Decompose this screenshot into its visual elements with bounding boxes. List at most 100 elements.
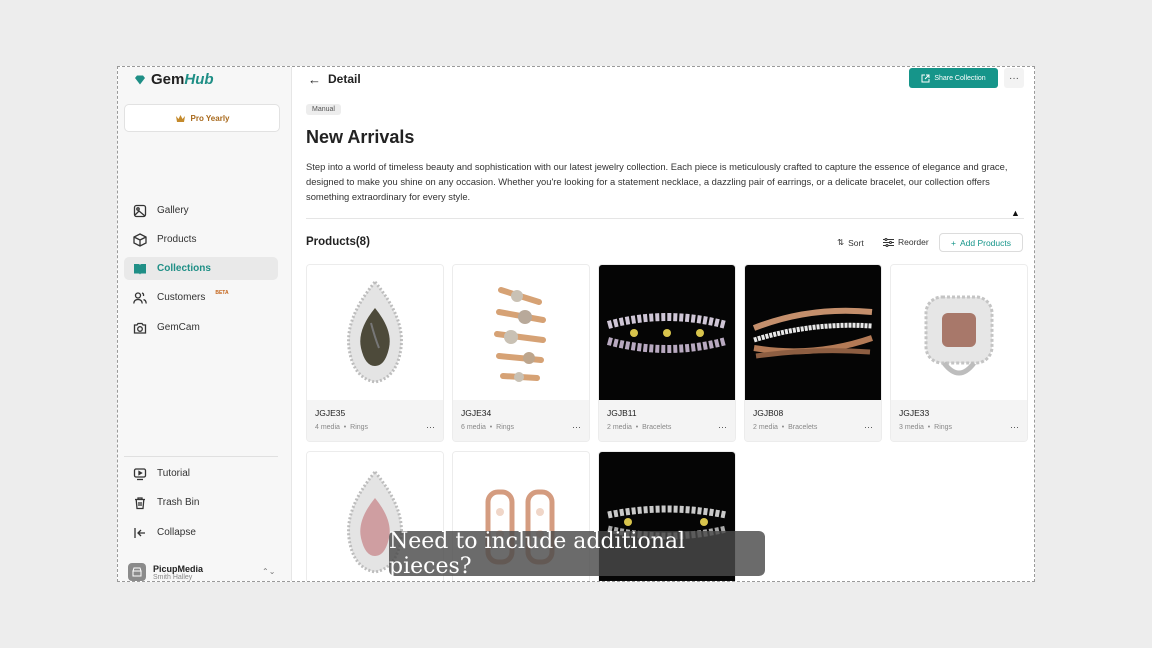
sidebar-item-products[interactable]: Products	[124, 228, 278, 251]
users-icon	[133, 291, 147, 304]
trash-icon	[135, 496, 145, 509]
account-user: Smith Halley	[153, 573, 193, 581]
product-category: Rings	[350, 424, 369, 431]
sidebar-item-tutorial[interactable]: Tutorial	[124, 462, 278, 485]
account-name: PicupMedia	[153, 563, 204, 574]
sidebar-item-collapse[interactable]: Collapse	[124, 521, 278, 544]
add-products-button[interactable]: + Add Products	[939, 233, 1023, 252]
mouse-cursor-icon: ▲	[1011, 208, 1020, 218]
product-media-count: 2 media	[753, 424, 778, 431]
card-menu-icon[interactable]: ···	[572, 422, 581, 432]
sidebar-item-label: Collapse	[157, 527, 196, 538]
logo-accent: Hub	[184, 71, 214, 88]
product-category: Bracelets	[642, 424, 672, 431]
ellipsis-icon: ···	[1009, 72, 1019, 84]
image-icon	[133, 204, 147, 217]
sort-button[interactable]: ⇅ Sort	[837, 237, 864, 248]
sidebar-item-label: Products	[157, 234, 197, 245]
product-name: JGJB08	[753, 408, 784, 418]
plus-icon: +	[951, 237, 956, 248]
sidebar-item-label: Trash Bin	[157, 497, 200, 508]
product-info: JGJB08 2 media • Bracelets ···	[745, 400, 881, 441]
card-menu-icon[interactable]: ···	[1010, 422, 1019, 432]
product-image	[745, 265, 881, 400]
crown-icon	[175, 114, 185, 122]
product-image	[891, 265, 1027, 400]
product-image	[307, 265, 443, 400]
product-media-count: 4 media	[315, 424, 340, 431]
product-name: JGJE35	[315, 408, 346, 418]
logo: GemHub	[134, 71, 214, 88]
account-switcher[interactable]: PicupMedia Smith Halley ⌃⌄	[128, 563, 275, 581]
product-name: JGJE34	[461, 408, 492, 418]
product-media-count: 2 media	[607, 424, 632, 431]
product-meta: 6 media • Rings	[461, 424, 515, 431]
product-category: Bracelets	[788, 424, 818, 431]
page-title: Detail	[328, 72, 361, 86]
product-card[interactable]: JGJE35 4 media • Rings ···	[306, 264, 444, 442]
sidebar-item-collections[interactable]: Collections	[124, 257, 278, 280]
reorder-button[interactable]: Reorder	[883, 237, 929, 247]
product-meta: 3 media • Rings	[899, 424, 953, 431]
sidebar-item-gemcam[interactable]: GemCam	[124, 316, 278, 339]
sort-label: Sort	[848, 237, 864, 248]
video-caption: Need to include additional pieces?	[389, 529, 765, 579]
box-icon	[133, 232, 147, 247]
book-icon	[134, 263, 146, 275]
card-menu-icon[interactable]: ···	[718, 422, 727, 432]
product-info: JGJE33 3 media • Rings ···	[891, 400, 1027, 441]
divider	[306, 218, 1024, 219]
app-window: GemHub Pro Yearly Gallery Products Colle…	[117, 66, 1035, 582]
product-name: JGJE33	[899, 408, 930, 418]
collection-description: Step into a world of timeless beauty and…	[306, 161, 1008, 202]
card-menu-icon[interactable]: ···	[426, 422, 435, 432]
product-name: JGJB11	[607, 408, 637, 418]
sidebar-item-gallery[interactable]: Gallery	[124, 199, 278, 222]
reorder-label: Reorder	[898, 237, 929, 247]
product-card[interactable]: JGJB08 2 media • Bracelets ···	[744, 264, 882, 442]
collection-type-tag: Manual	[306, 104, 341, 115]
sliders-icon	[883, 237, 894, 247]
store-icon	[132, 567, 142, 577]
sidebar-item-trash[interactable]: Trash Bin	[124, 491, 278, 514]
product-meta: 4 media • Rings	[315, 424, 369, 431]
sidebar-item-label: Tutorial	[157, 468, 190, 479]
add-products-label: Add Products	[959, 237, 1011, 248]
product-media-count: 3 media	[899, 424, 924, 431]
chevron-updown-icon: ⌃⌄	[262, 567, 276, 576]
product-media-count: 6 media	[461, 424, 486, 431]
product-card[interactable]: JGJE34 6 media • Rings ···	[452, 264, 590, 442]
product-card[interactable]: JGJB11 2 media • Bracelets ···	[598, 264, 736, 442]
product-info: JGJE35 4 media • Rings ···	[307, 400, 443, 441]
sidebar-divider	[124, 456, 278, 457]
product-image	[599, 265, 735, 400]
beta-badge: BETA	[215, 289, 229, 296]
logo-main: Gem	[151, 71, 185, 88]
sidebar-item-label: Collections	[157, 263, 211, 274]
sidebar-item-customers[interactable]: Customers BETA	[124, 286, 278, 309]
product-info: JGJB11 2 media • Bracelets ···	[599, 400, 735, 441]
sidebar-item-label: GemCam	[157, 322, 200, 333]
back-arrow-icon[interactable]: ←	[308, 72, 321, 87]
collapse-icon	[134, 527, 145, 538]
product-card[interactable]: JGJE33 3 media • Rings ···	[890, 264, 1028, 442]
sort-icon: ⇅	[837, 237, 845, 247]
share-collection-button[interactable]: Share Collection	[909, 68, 998, 88]
sidebar-item-label: Customers	[157, 292, 206, 303]
gem-logo-icon	[135, 75, 145, 84]
plan-label: Pro Yearly	[190, 113, 230, 123]
more-options-button[interactable]: ···	[1004, 68, 1024, 88]
product-info: JGJE34 6 media • Rings ···	[453, 400, 589, 441]
card-menu-icon[interactable]: ···	[864, 422, 873, 432]
products-heading: Products(8)	[306, 236, 370, 248]
tutorial-icon	[133, 467, 147, 480]
product-meta: 2 media • Bracelets	[753, 424, 818, 431]
share-label: Share Collection	[934, 74, 986, 82]
camera-icon	[133, 322, 147, 334]
collection-title: New Arrivals	[306, 127, 415, 147]
product-category: Rings	[934, 424, 953, 431]
product-meta: 2 media • Bracelets	[607, 424, 672, 431]
avatar	[128, 563, 146, 581]
external-link-icon	[921, 74, 930, 82]
plan-badge[interactable]: Pro Yearly	[124, 104, 280, 132]
